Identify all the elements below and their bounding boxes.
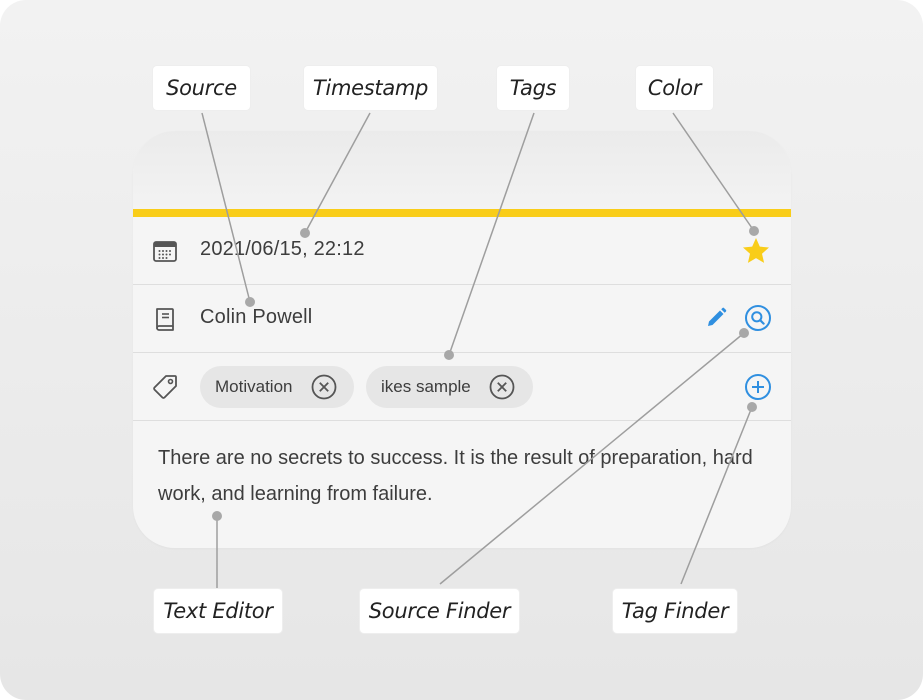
add-icon[interactable]: [744, 373, 772, 401]
callout-color: Color: [636, 66, 713, 110]
callout-source: Source: [153, 66, 250, 110]
tag-chip-label: Motivation: [215, 377, 293, 396]
color-accent-bar: [133, 209, 791, 217]
callout-tags: Tags: [497, 66, 569, 110]
calendar-icon: [151, 237, 179, 265]
background-panel: 2021/06/15, 22:12 Colin Powell Motivatio…: [0, 0, 923, 700]
tags-row: Motivation ikes sample: [133, 353, 791, 421]
timestamp-row: 2021/06/15, 22:12: [133, 217, 791, 285]
timestamp-value[interactable]: 2021/06/15, 22:12: [200, 238, 365, 261]
callout-source-finder: Source Finder: [360, 589, 519, 633]
tag-chip[interactable]: ikes sample: [366, 366, 533, 408]
star-icon[interactable]: [741, 236, 771, 266]
tag-icon: [151, 373, 179, 401]
pencil-icon[interactable]: [704, 306, 728, 330]
source-value[interactable]: Colin Powell: [200, 306, 312, 329]
close-icon[interactable]: [489, 374, 515, 400]
callout-timestamp: Timestamp: [304, 66, 437, 110]
search-icon[interactable]: [744, 304, 772, 332]
close-icon[interactable]: [311, 374, 337, 400]
card-header-area: [133, 131, 791, 209]
tag-chip[interactable]: Motivation: [200, 366, 354, 408]
text-editor[interactable]: There are no secrets to success. It is t…: [158, 440, 768, 512]
callout-text-editor: Text Editor: [154, 589, 282, 633]
note-card: 2021/06/15, 22:12 Colin Powell Motivatio…: [133, 131, 791, 548]
book-icon: [151, 305, 179, 333]
callout-tag-finder: Tag Finder: [613, 589, 737, 633]
tag-chip-label: ikes sample: [381, 377, 471, 396]
source-row: Colin Powell: [133, 285, 791, 353]
